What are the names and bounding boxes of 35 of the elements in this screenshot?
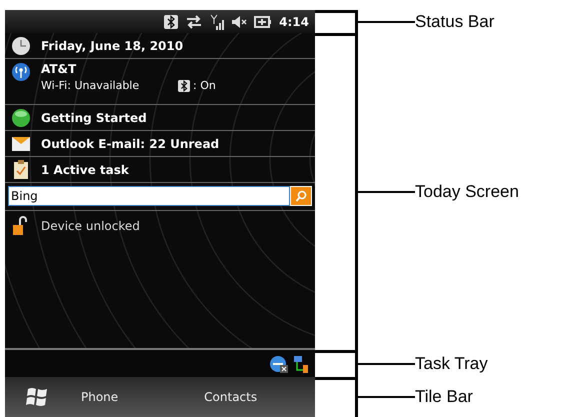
battery-icon	[254, 16, 272, 28]
clipboard-icon	[11, 160, 31, 180]
phone-softkey[interactable]: Phone	[81, 390, 118, 404]
today-item-title[interactable]: Getting Started	[41, 110, 147, 124]
windows-logo-icon[interactable]	[25, 386, 49, 408]
callout-label: Today Screen	[415, 182, 519, 202]
bluetooth-icon	[178, 80, 190, 92]
bluetooth-icon	[164, 14, 178, 28]
today-item-title[interactable]: Outlook E-mail: 22 Unread	[41, 136, 220, 150]
leader-line	[355, 362, 415, 364]
clock-time: 4:14	[279, 14, 309, 28]
today-item-title[interactable]: 1 Active task	[41, 162, 129, 176]
sync-arrows-icon	[185, 14, 204, 28]
lock-status[interactable]: Device unlocked	[41, 219, 140, 233]
leader-line	[355, 190, 415, 192]
leader-line	[355, 396, 415, 398]
orb-icon	[11, 108, 31, 128]
network-connection-icon[interactable]	[293, 354, 309, 372]
bluetooth-status: : On	[193, 79, 216, 92]
envelope-icon	[11, 136, 31, 152]
wifi-status: Wi-Fi: Unavailable	[41, 79, 140, 92]
callout-label: Tile Bar	[415, 387, 473, 407]
today-item-title[interactable]: Friday, June 18, 2010	[41, 38, 184, 52]
search-icon	[295, 190, 307, 202]
clock-icon	[11, 36, 31, 56]
search-field[interactable]: Bing	[8, 186, 290, 206]
signal-icon	[210, 14, 224, 30]
speaker-muted-icon	[231, 14, 248, 28]
browser-disconnected-icon[interactable]	[269, 354, 289, 374]
callout-label: Task Tray	[415, 354, 488, 374]
leader-line	[355, 20, 415, 22]
today-item-title[interactable]: AT&T	[41, 62, 216, 76]
contacts-softkey[interactable]: Contacts	[204, 390, 258, 404]
antenna-icon	[11, 62, 31, 82]
callout-label: Status Bar	[415, 12, 494, 32]
